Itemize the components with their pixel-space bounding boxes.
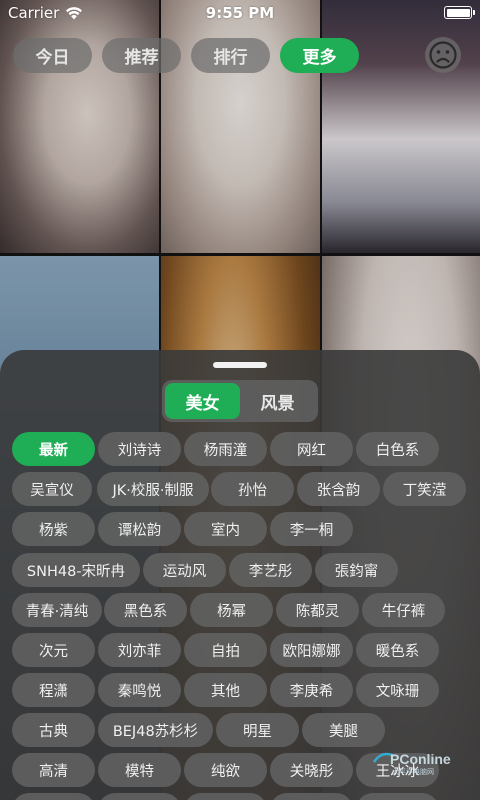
tag-chip[interactable]: 高清: [12, 753, 95, 787]
tag-chip[interactable]: 吴宣仪: [12, 472, 92, 506]
category-segmented-control: 美女 风景: [162, 380, 318, 422]
status-bar: Carrier 9:55 PM: [0, 0, 480, 26]
tab-more[interactable]: 更多: [280, 38, 359, 73]
tag-chip[interactable]: 模特: [98, 753, 181, 787]
tag-chip[interactable]: JK·校服·制服: [97, 472, 209, 506]
tag-chip[interactable]: 自拍: [184, 633, 267, 667]
tag-chip-partial[interactable]: [12, 793, 95, 800]
segment-scenery[interactable]: 风景: [240, 383, 315, 419]
sheet-drag-handle[interactable]: [213, 362, 267, 368]
tag-chip[interactable]: 明星: [216, 713, 299, 747]
tag-chip[interactable]: 杨雨潼: [184, 432, 267, 466]
tag-chip[interactable]: 文咏珊: [356, 673, 439, 707]
tag-chip[interactable]: 关晓彤: [270, 753, 353, 787]
segment-beauty[interactable]: 美女: [165, 383, 240, 419]
tag-chip[interactable]: 孙怡: [211, 472, 294, 506]
tag-chip[interactable]: 白色系: [356, 432, 439, 466]
svg-text:太平洋电脑网: 太平洋电脑网: [392, 767, 434, 776]
tag-chip[interactable]: 青春·清纯: [12, 593, 102, 627]
tag-chip[interactable]: 刘诗诗: [98, 432, 181, 466]
tab-ranking[interactable]: 排行: [191, 38, 270, 73]
tag-chip[interactable]: 黑色系: [104, 593, 187, 627]
category-sheet: 美女 风景 最新 刘诗诗 杨雨潼 网红 白色系 吴宣仪 JK·校服·制服 孙怡 …: [0, 350, 480, 800]
tag-chip[interactable]: 程潇: [12, 673, 95, 707]
sad-face-icon[interactable]: [425, 37, 461, 73]
tag-chip[interactable]: 运动风: [143, 553, 226, 587]
tag-chip[interactable]: 次元: [12, 633, 95, 667]
tag-chip[interactable]: 陈都灵: [276, 593, 359, 627]
tag-chip[interactable]: 其他: [184, 673, 267, 707]
tag-chip-partial[interactable]: [356, 793, 439, 800]
svg-text:PConline: PConline: [390, 751, 451, 767]
tag-chip[interactable]: 美腿: [302, 713, 385, 747]
clock: 9:55 PM: [205, 4, 275, 22]
tab-recommended[interactable]: 推荐: [102, 38, 181, 73]
tag-chip[interactable]: 谭松韵: [98, 512, 181, 546]
watermark-logo: PConline 太平洋电脑网: [368, 744, 468, 778]
tag-chip[interactable]: 李艺彤: [229, 553, 312, 587]
tag-chip[interactable]: 室内: [184, 512, 267, 546]
tag-chip[interactable]: 欧阳娜娜: [270, 633, 353, 667]
tag-chip[interactable]: 古典: [12, 713, 95, 747]
tag-chip[interactable]: 最新: [12, 432, 95, 466]
tag-chip[interactable]: 刘亦菲: [98, 633, 181, 667]
tab-today[interactable]: 今日: [13, 38, 92, 73]
top-tabs: 今日 推荐 排行 更多: [13, 38, 359, 73]
tag-chip[interactable]: 張鈞甯: [315, 553, 398, 587]
tag-chip[interactable]: SNH48-宋昕冉: [12, 553, 140, 587]
tag-chip[interactable]: 杨紫: [12, 512, 95, 546]
tag-chip[interactable]: BEJ48苏杉杉: [98, 713, 213, 747]
tag-chip[interactable]: 秦鸣悦: [98, 673, 181, 707]
tag-chip[interactable]: 网红: [270, 432, 353, 466]
tag-chip[interactable]: 李一桐: [270, 512, 353, 546]
tag-chip[interactable]: 纯欲: [184, 753, 267, 787]
battery-icon: [444, 6, 475, 19]
tag-chip[interactable]: 李庚希: [270, 673, 353, 707]
tag-chip-partial[interactable]: [270, 793, 353, 800]
tag-chip[interactable]: 丁笑滢: [383, 472, 466, 506]
tag-chip-partial[interactable]: [184, 793, 267, 800]
tag-chip[interactable]: 张含韵: [297, 472, 380, 506]
tag-chip-partial[interactable]: [98, 793, 181, 800]
tag-chip[interactable]: 牛仔裤: [362, 593, 445, 627]
tag-chip[interactable]: 杨幂: [190, 593, 273, 627]
tag-chip[interactable]: 暖色系: [356, 633, 439, 667]
